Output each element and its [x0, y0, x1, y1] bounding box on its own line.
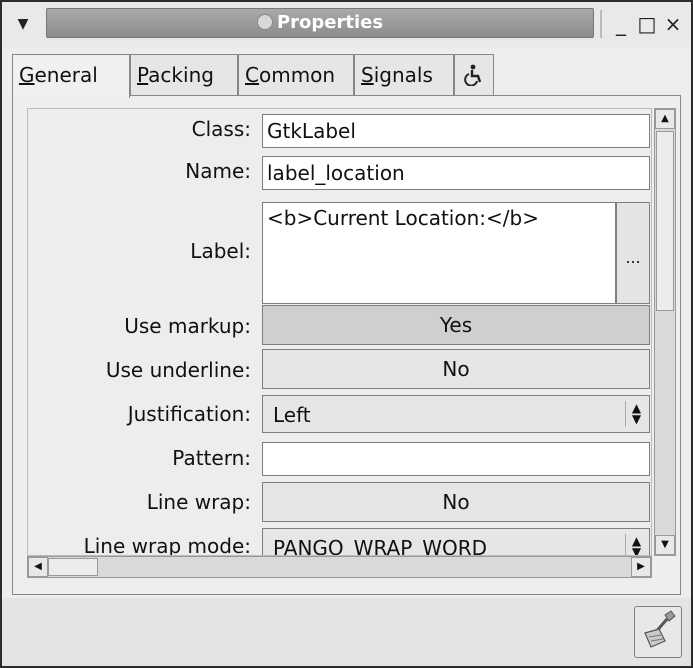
tab-packing-label: acking: [148, 63, 214, 87]
window-menu-icon[interactable]: ▼: [8, 8, 38, 40]
tab-general-mnemonic: G: [19, 63, 35, 87]
horizontal-scroll-thumb[interactable]: [48, 558, 98, 576]
line-wrap-mode-value: PANGO_WRAP_WORD: [273, 536, 488, 556]
tab-accessibility[interactable]: [454, 54, 494, 96]
tab-packing[interactable]: Packing: [130, 54, 238, 96]
title-separator: [600, 10, 602, 38]
minimize-icon[interactable]: _: [608, 10, 634, 38]
tab-signals-label: ignals: [373, 63, 433, 87]
tab-common-label: ommon: [258, 63, 336, 87]
use-markup-label: Use markup:: [124, 314, 251, 338]
tab-common-mnemonic: C: [245, 63, 259, 87]
tab-general[interactable]: General: [12, 54, 130, 98]
line-wrap-mode-label: Line wrap mode:: [83, 534, 251, 556]
properties-window: ▼ Properties _ □ × General Packing Commo…: [0, 0, 693, 668]
arrow-down-icon[interactable]: ▼: [655, 535, 675, 555]
maximize-icon[interactable]: □: [634, 10, 660, 38]
use-underline-label: Use underline:: [105, 358, 251, 382]
arrow-right-icon[interactable]: ▶: [631, 557, 651, 577]
properties-scroll-area[interactable]: Class: GtkLabel Name: label_location Lab…: [27, 108, 652, 556]
accessibility-icon: [464, 64, 482, 87]
vertical-scrollbar[interactable]: ▲ ▼: [654, 108, 676, 556]
tab-general-label: eneral: [34, 63, 98, 87]
pattern-field[interactable]: [262, 442, 650, 476]
title-area[interactable]: Properties: [46, 8, 594, 38]
class-label: Class:: [191, 117, 251, 141]
label-label: Label:: [190, 239, 251, 263]
tab-packing-mnemonic: P: [137, 63, 149, 87]
justification-label: Justification:: [127, 402, 251, 426]
pattern-label: Pattern:: [172, 446, 251, 470]
line-wrap-mode-combo[interactable]: PANGO_WRAP_WORD ▲ ▼: [262, 528, 650, 556]
combo-spin-icon: ▲ ▼: [625, 534, 647, 555]
broom-icon: [644, 610, 676, 648]
line-wrap-label: Line wrap:: [146, 490, 251, 514]
name-field[interactable]: label_location: [262, 156, 650, 190]
vertical-scroll-thumb[interactable]: [656, 131, 674, 311]
tab-signals-mnemonic: S: [361, 63, 374, 87]
tab-common[interactable]: Common: [238, 54, 354, 96]
bottom-bar: [2, 598, 691, 666]
justification-combo[interactable]: Left ▲ ▼: [262, 395, 650, 433]
use-underline-toggle[interactable]: No: [262, 349, 650, 389]
title-bar: ▼ Properties _ □ ×: [2, 2, 691, 47]
horizontal-scrollbar[interactable]: ◀ ▶: [27, 556, 652, 578]
combo-spin-icon: ▲ ▼: [625, 401, 647, 427]
use-markup-toggle[interactable]: Yes: [262, 305, 650, 345]
arrow-up-icon[interactable]: ▲: [655, 109, 675, 129]
name-label: Name:: [185, 159, 251, 183]
tab-signals[interactable]: Signals: [354, 54, 454, 96]
clear-button[interactable]: [634, 606, 682, 658]
close-icon[interactable]: ×: [660, 10, 686, 38]
label-edit-button[interactable]: ...: [616, 202, 650, 304]
general-tab-panel: Class: GtkLabel Name: label_location Lab…: [12, 95, 681, 595]
justification-value: Left: [273, 403, 311, 427]
arrow-left-icon[interactable]: ◀: [28, 557, 48, 577]
line-wrap-toggle[interactable]: No: [262, 482, 650, 522]
class-field[interactable]: GtkLabel: [262, 114, 650, 148]
label-text-area[interactable]: <b>Current Location:</b>: [262, 202, 616, 304]
app-icon: [256, 14, 273, 30]
window-title: Properties: [276, 12, 384, 33]
